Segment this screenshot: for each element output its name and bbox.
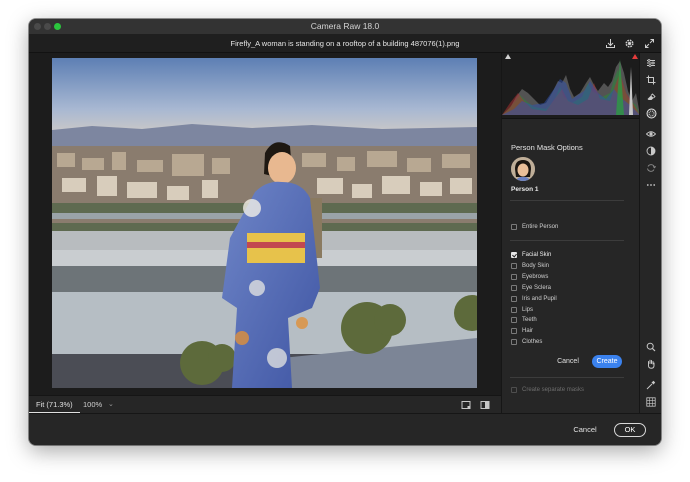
- panel-title: Person Mask Options: [511, 143, 583, 152]
- red-eye-icon[interactable]: [644, 127, 658, 140]
- single-view-icon[interactable]: [461, 400, 471, 410]
- zoom-level-button[interactable]: 100%: [83, 396, 102, 414]
- checkbox-label: Eye Sclera: [522, 285, 552, 291]
- edit-sliders-icon[interactable]: [644, 56, 658, 69]
- snapshot-icon[interactable]: [644, 161, 658, 174]
- checkbox-label: Facial Skin: [522, 252, 552, 258]
- window-title: Camera Raw 18.0: [310, 21, 380, 31]
- eye-sclera-checkbox[interactable]: Eye Sclera: [511, 283, 551, 293]
- facial-skin-checkbox[interactable]: Facial Skin: [511, 250, 551, 260]
- zoom-icon[interactable]: [644, 340, 658, 353]
- checkbox-box[interactable]: [511, 224, 517, 230]
- checkbox-box[interactable]: [511, 263, 517, 269]
- checkbox-label: Hair: [522, 328, 534, 334]
- checkbox-label: Entire Person: [522, 224, 559, 230]
- checkbox-label: Clothes: [522, 339, 543, 345]
- teeth-checkbox[interactable]: Teeth: [511, 315, 537, 325]
- photo-preview[interactable]: [52, 58, 477, 388]
- dialog-footer: Cancel OK: [29, 413, 661, 445]
- checkbox-box[interactable]: [511, 328, 517, 334]
- create-separate-masks-checkbox: Create separate masks: [511, 385, 584, 395]
- checkbox-box[interactable]: [511, 307, 517, 313]
- create-mask-button[interactable]: Create: [592, 355, 622, 368]
- person-mask-options: Person Mask Options Person 1 Entire Pers…: [502, 119, 640, 413]
- image-canvas[interactable]: [29, 53, 501, 395]
- title-bar: Camera Raw 18.0: [29, 19, 661, 34]
- gear-icon[interactable]: [623, 37, 636, 50]
- clothes-checkbox[interactable]: Clothes: [511, 337, 542, 347]
- divider: [510, 377, 624, 378]
- checkbox-box-disabled: [511, 387, 517, 393]
- histogram: [502, 53, 640, 119]
- file-bar: Firefly_A woman is standing on a rooftop…: [29, 34, 661, 53]
- divider: [510, 200, 624, 201]
- iris-and-pupil-checkbox[interactable]: Iris and Pupil: [511, 294, 557, 304]
- checkbox-label: Iris and Pupil: [522, 296, 557, 302]
- more-icon[interactable]: [644, 178, 658, 191]
- mask-cancel-button[interactable]: Cancel: [553, 355, 583, 368]
- divider: [510, 240, 624, 241]
- tool-strip: [639, 53, 661, 413]
- lips-checkbox[interactable]: Lips: [511, 305, 533, 315]
- file-name: Firefly_A woman is standing on a rooftop…: [230, 39, 460, 48]
- checkbox-box-checked[interactable]: [511, 252, 517, 258]
- hand-icon[interactable]: [644, 357, 658, 370]
- checkbox-label: Eyebrows: [522, 274, 549, 280]
- crop-icon[interactable]: [644, 73, 658, 86]
- hair-checkbox[interactable]: Hair: [511, 326, 533, 336]
- entire-person-checkbox[interactable]: Entire Person: [511, 222, 558, 232]
- maximize-window-button[interactable]: [54, 23, 61, 30]
- ok-button[interactable]: OK: [614, 423, 646, 437]
- minimize-window-button[interactable]: [44, 23, 51, 30]
- grid-icon[interactable]: [644, 395, 658, 408]
- checkbox-label: Body Skin: [522, 263, 550, 269]
- view-bar: Fit (71.3%) 100% ⌄: [29, 395, 501, 414]
- color-sampler-icon[interactable]: [644, 378, 658, 391]
- checkbox-box[interactable]: [511, 317, 517, 323]
- expand-icon[interactable]: [643, 37, 656, 50]
- close-window-button[interactable]: [34, 23, 41, 30]
- eraser-icon[interactable]: [644, 90, 658, 103]
- fit-zoom-button[interactable]: Fit (71.3%): [29, 396, 80, 414]
- chevron-down-icon[interactable]: ⌄: [108, 396, 114, 414]
- body-skin-checkbox[interactable]: Body Skin: [511, 261, 549, 271]
- checkbox-box[interactable]: [511, 274, 517, 280]
- before-after-icon[interactable]: [480, 400, 490, 410]
- checkbox-box[interactable]: [511, 339, 517, 345]
- checkbox-label: Create separate masks: [522, 387, 585, 393]
- cancel-button[interactable]: Cancel: [570, 423, 600, 437]
- checkbox-box[interactable]: [511, 296, 517, 302]
- checkbox-label: Teeth: [522, 317, 537, 323]
- person-avatar[interactable]: [511, 157, 535, 181]
- checkbox-box[interactable]: [511, 285, 517, 291]
- masking-icon[interactable]: [644, 107, 658, 120]
- save-icon[interactable]: [604, 37, 617, 50]
- presets-icon[interactable]: [644, 144, 658, 157]
- eyebrows-checkbox[interactable]: Eyebrows: [511, 272, 548, 282]
- checkbox-label: Lips: [522, 307, 534, 313]
- right-panel: Person Mask Options Person 1 Entire Pers…: [501, 53, 640, 413]
- camera-raw-window: Camera Raw 18.0 Firefly_A woman is stand…: [29, 19, 661, 445]
- person-label: Person 1: [511, 186, 539, 193]
